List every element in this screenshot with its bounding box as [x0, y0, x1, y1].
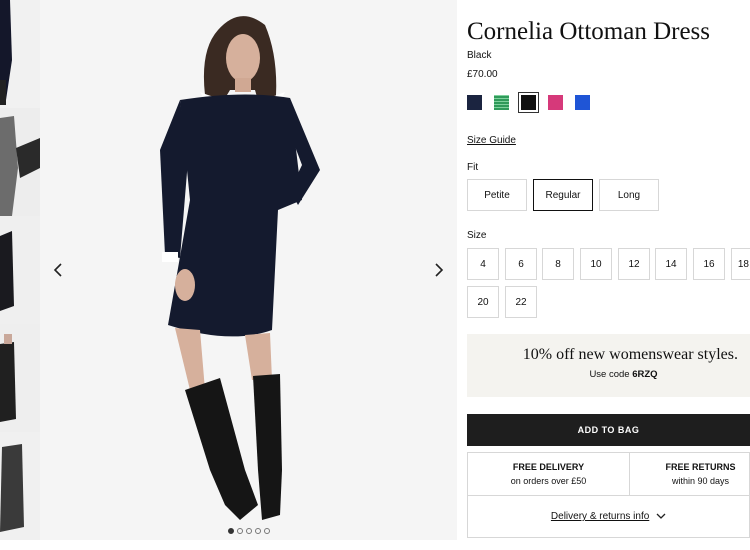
size-option-20[interactable]: 20 [467, 286, 499, 318]
pagination-dot[interactable] [245, 528, 252, 534]
fit-option-petite[interactable]: Petite [467, 179, 527, 211]
size-option-18[interactable]: 18 [731, 248, 750, 280]
size-option-8[interactable]: 8 [542, 248, 574, 280]
free-returns-title: FREE RETURNS [665, 462, 736, 472]
add-to-bag-button[interactable]: ADD TO BAG [467, 414, 750, 446]
size-option-22[interactable]: 22 [505, 286, 537, 318]
promo-code-line: Use code 6RZQ [467, 369, 750, 380]
free-returns-cell: FREE RETURNS within 90 days [630, 453, 750, 495]
product-title: Cornelia Ottoman Dress [467, 18, 711, 45]
selected-color-name: Black [467, 50, 492, 61]
promo-code-prefix: Use code [589, 369, 630, 380]
swatch-navy[interactable] [467, 95, 482, 110]
thumbnail-2[interactable] [0, 108, 40, 218]
product-panel: Cornelia Ottoman Dress Black £70.00 Size… [467, 0, 750, 550]
free-delivery-title: FREE DELIVERY [512, 462, 585, 472]
free-returns-subtitle: within 90 days [671, 476, 730, 486]
size-option-6[interactable]: 6 [505, 248, 537, 280]
chevron-right-icon [435, 263, 444, 277]
promo-code: 6RZQ [632, 369, 658, 380]
pagination-dot[interactable] [263, 528, 270, 534]
fit-option-regular[interactable]: Regular [533, 179, 593, 211]
free-delivery-subtitle: on orders over £50 [510, 476, 587, 486]
pagination-dot[interactable] [236, 528, 243, 534]
swatch-blue[interactable] [575, 95, 590, 110]
size-guide-link[interactable]: Size Guide [467, 135, 516, 146]
swatch-green-stripe[interactable] [494, 95, 509, 110]
promo-banner: 10% off new womenswear styles. Use code … [467, 334, 750, 397]
size-option-12[interactable]: 12 [618, 248, 650, 280]
pagination-dot[interactable] [254, 528, 261, 534]
thumbnail-3[interactable] [0, 216, 40, 326]
delivery-returns-info-link[interactable]: Delivery & returns info [468, 511, 749, 522]
model-photo [40, 0, 457, 540]
delivery-returns-box: FREE DELIVERY on orders over £50 FREE RE… [467, 452, 750, 538]
delivery-returns-info-label: Delivery & returns info [550, 511, 650, 522]
thumbnail-1[interactable] [0, 0, 40, 110]
size-option-10[interactable]: 10 [580, 248, 612, 280]
next-image-arrow[interactable] [429, 260, 449, 280]
product-price: £70.00 [467, 69, 498, 80]
previous-image-arrow[interactable] [48, 260, 68, 280]
fit-label: Fit [467, 162, 479, 173]
size-option-16[interactable]: 16 [693, 248, 725, 280]
free-delivery-cell: FREE DELIVERY on orders over £50 [468, 453, 630, 495]
size-label: Size [467, 230, 487, 241]
image-pagination-dots [40, 528, 457, 534]
swatch-pink[interactable] [548, 95, 563, 110]
chevron-left-icon [53, 263, 62, 277]
thumbnail-5[interactable] [0, 432, 40, 542]
size-option-4[interactable]: 4 [467, 248, 499, 280]
product-image [40, 0, 457, 540]
thumbnail-4[interactable] [0, 324, 40, 434]
swatch-black[interactable] [518, 92, 539, 113]
chevron-down-icon [656, 513, 666, 520]
pagination-dot[interactable] [227, 528, 234, 534]
info-divider [468, 495, 749, 496]
promo-headline: 10% off new womenswear styles. [522, 346, 738, 363]
size-option-14[interactable]: 14 [655, 248, 687, 280]
thumbnail-strip [0, 0, 40, 550]
fit-option-long[interactable]: Long [599, 179, 659, 211]
